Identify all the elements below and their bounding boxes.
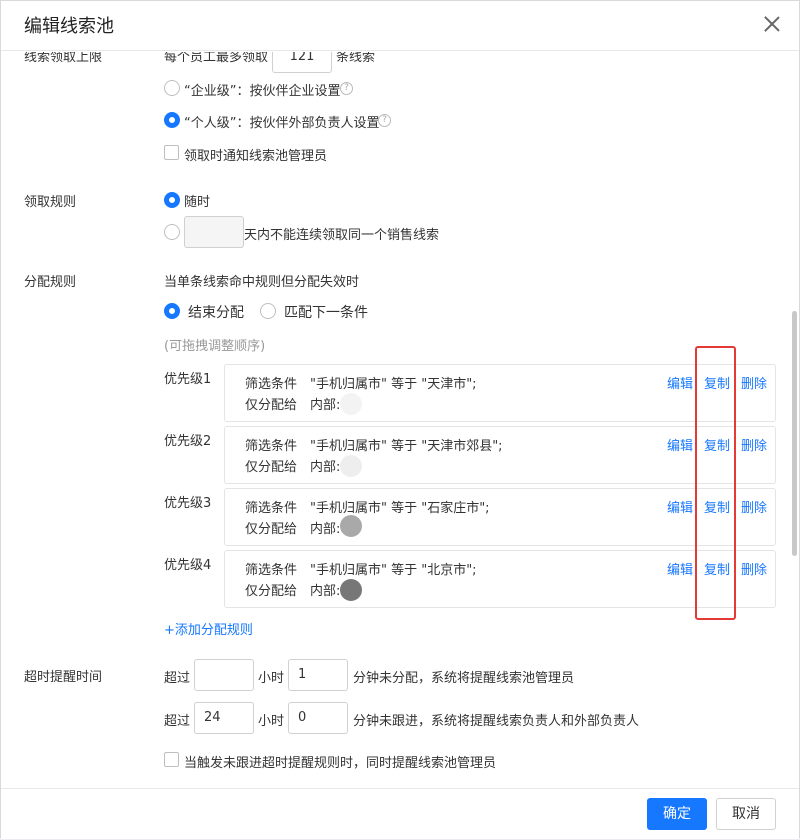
copy-column-highlight	[695, 346, 736, 620]
assign-key: 仅分配给	[245, 584, 298, 599]
claim-days-suffix: 天内不能连续领取同一个销售线索	[244, 228, 440, 243]
claim-rule-label: 领取规则	[24, 195, 77, 210]
timeout-row1-minutes-input[interactable]: 1	[288, 659, 348, 691]
limit-label: 线索领取上限	[24, 52, 103, 65]
drag-hint: (可拖拽调整顺序)	[164, 339, 266, 354]
enterprise-level-label: “企业级”：按伙伴企业设置	[184, 84, 341, 99]
priority-label: 优先级2	[164, 434, 212, 449]
claim-anytime-label: 随时	[184, 195, 211, 210]
claim-days-input[interactable]	[184, 216, 244, 248]
timeout-row2-minutes-input[interactable]: 0	[288, 702, 348, 734]
assign-key: 仅分配给	[245, 398, 298, 413]
enterprise-level-radio[interactable]	[164, 80, 180, 96]
internal-label: 内部:	[310, 460, 341, 475]
timeout-row2-hours-unit: 小时	[258, 714, 285, 729]
timeout-notify-label: 当触发未跟进超时提醒规则时，同时提醒线索池管理员	[184, 756, 497, 771]
dialog-header: 编辑线索池	[1, 1, 799, 51]
dialog-body[interactable]: 线索领取上限 每个员工最多领取 121 条线索 “企业级”：按伙伴企业设置 ? …	[1, 52, 799, 788]
timeout-notify-checkbox[interactable]	[164, 752, 179, 767]
edit-link[interactable]: 编辑	[667, 435, 693, 454]
filter-key: 筛选条件	[245, 377, 298, 392]
internal-label: 内部:	[310, 522, 341, 537]
claim-anytime-radio[interactable]	[164, 192, 180, 208]
priority-rule-card[interactable]: 筛选条件 "手机归属市" 等于 "天津市郊县"; 仅分配给 内部: 编辑 复制 …	[224, 426, 776, 484]
scrollbar-thumb[interactable]	[792, 311, 797, 556]
filter-key: 筛选条件	[245, 501, 298, 516]
edit-link[interactable]: 编辑	[667, 559, 693, 578]
claim-days-radio[interactable]	[164, 224, 180, 240]
priority-label: 优先级1	[164, 372, 212, 387]
add-assign-rule-link[interactable]: +添加分配规则	[164, 619, 253, 638]
timeout-row1-suffix: 分钟未分配，系统将提醒线索池管理员	[353, 671, 575, 686]
end-assign-radio[interactable]	[164, 303, 180, 319]
timeout-label: 超时提醒时间	[24, 670, 103, 685]
edit-link[interactable]: 编辑	[667, 373, 693, 392]
notify-admin-checkbox[interactable]	[164, 145, 179, 160]
limit-prefix: 每个员工最多领取	[164, 52, 269, 65]
priority-label: 优先级3	[164, 496, 212, 511]
end-assign-label: 结束分配	[188, 305, 244, 321]
timeout-row1-hours-unit: 小时	[258, 671, 285, 686]
timeout-row1-prefix: 超过	[164, 671, 191, 686]
edit-lead-pool-dialog: 编辑线索池 线索领取上限 每个员工最多领取 121 条线索 “企业级”：按伙伴企…	[0, 0, 800, 839]
filter-key: 筛选条件	[245, 563, 298, 578]
filter-condition: "手机归属市" 等于 "石家庄市";	[310, 501, 490, 516]
avatar	[340, 393, 362, 415]
assign-key: 仅分配给	[245, 522, 298, 537]
edit-link[interactable]: 编辑	[667, 497, 693, 516]
priority-rule-card[interactable]: 筛选条件 "手机归属市" 等于 "北京市"; 仅分配给 内部: 编辑 复制 删除	[224, 550, 776, 608]
assign-rule-label: 分配规则	[24, 275, 77, 290]
priority-rule-card[interactable]: 筛选条件 "手机归属市" 等于 "天津市"; 仅分配给 内部: 编辑 复制 删除	[224, 364, 776, 422]
timeout-row2-prefix: 超过	[164, 714, 191, 729]
delete-link[interactable]: 删除	[741, 435, 767, 454]
internal-label: 内部:	[310, 584, 341, 599]
dialog-footer: 确定 取消	[1, 788, 799, 839]
filter-condition: "手机归属市" 等于 "天津市郊县";	[310, 439, 503, 454]
timeout-row2-suffix: 分钟未跟进，系统将提醒线索负责人和外部负责人	[353, 714, 640, 729]
match-next-radio[interactable]	[260, 303, 276, 319]
help-icon[interactable]: ?	[378, 114, 391, 127]
priority-label: 优先级4	[164, 558, 212, 573]
timeout-row2-hours-input[interactable]: 24	[194, 702, 254, 734]
personal-level-radio[interactable]	[164, 112, 180, 128]
delete-link[interactable]: 删除	[741, 373, 767, 392]
notify-admin-label: 领取时通知线索池管理员	[184, 149, 328, 164]
internal-label: 内部:	[310, 398, 341, 413]
avatar	[340, 515, 362, 537]
dialog-title: 编辑线索池	[24, 16, 114, 37]
confirm-button[interactable]: 确定	[647, 798, 707, 830]
delete-link[interactable]: 删除	[741, 497, 767, 516]
assign-key: 仅分配给	[245, 460, 298, 475]
assign-rule-desc: 当单条线索命中规则但分配失效时	[164, 275, 360, 290]
help-icon[interactable]: ?	[340, 82, 353, 95]
priority-rule-card[interactable]: 筛选条件 "手机归属市" 等于 "石家庄市"; 仅分配给 内部: 编辑 复制 删…	[224, 488, 776, 546]
avatar	[340, 455, 362, 477]
cancel-button[interactable]: 取消	[716, 798, 776, 830]
personal-level-label: “个人级”：按伙伴外部负责人设置	[184, 116, 380, 131]
close-icon[interactable]	[761, 13, 783, 35]
limit-input[interactable]: 121	[272, 52, 332, 73]
delete-link[interactable]: 删除	[741, 559, 767, 578]
timeout-row1-hours-input[interactable]	[194, 659, 254, 691]
limit-suffix: 条线索	[336, 52, 376, 65]
avatar	[340, 579, 362, 601]
filter-condition: "手机归属市" 等于 "天津市";	[310, 377, 477, 392]
match-next-label: 匹配下一条件	[284, 305, 368, 321]
filter-key: 筛选条件	[245, 439, 298, 454]
filter-condition: "手机归属市" 等于 "北京市";	[310, 563, 477, 578]
